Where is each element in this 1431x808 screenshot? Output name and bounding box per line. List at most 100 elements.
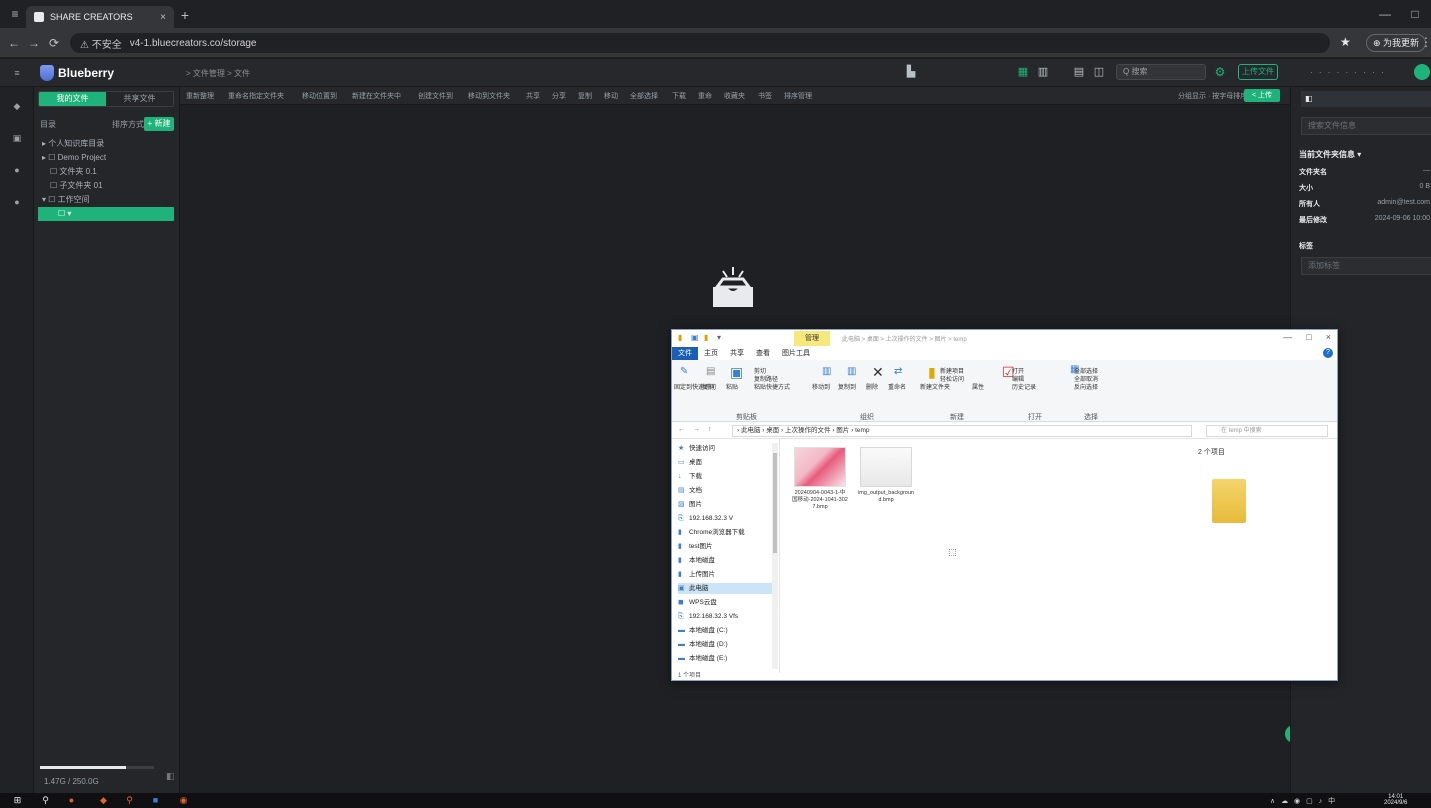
tree-item[interactable]: ▸ 个人知识库目录 bbox=[38, 137, 174, 151]
tree-item[interactable]: ▾ ☐ 工作空间 bbox=[38, 193, 174, 207]
upload-button[interactable]: < 上传 bbox=[1244, 89, 1280, 102]
collapse-menu-icon[interactable]: ≡ bbox=[12, 68, 22, 78]
ribbon-button-label[interactable]: 复制 bbox=[702, 382, 714, 391]
nav-pane-item[interactable]: ⎘ 192.168.32.3 Vfs bbox=[678, 611, 774, 622]
toolbar-item[interactable]: 新建在文件夹中 bbox=[352, 91, 401, 101]
browser-menu-icon[interactable]: ⋮ bbox=[1420, 35, 1431, 49]
delete-icon[interactable]: ✕ bbox=[872, 364, 884, 381]
windows-icon[interactable]: ⊞ bbox=[12, 795, 23, 806]
ribbon-button-label[interactable]: 反向选择 bbox=[1074, 382, 1098, 391]
copy-to-icon[interactable]: ▥ bbox=[847, 366, 856, 377]
ribbon-tab[interactable]: 文件 bbox=[672, 347, 698, 360]
nav-scrollbar-thumb[interactable] bbox=[773, 453, 777, 553]
view-options[interactable]: 分组显示 · 按字母排序 ▾ bbox=[1178, 91, 1253, 101]
toolbar-item[interactable]: 移动位置到 bbox=[302, 91, 337, 101]
back-icon[interactable]: ← bbox=[6, 35, 22, 51]
ribbon-button-label[interactable]: 新建文件夹 bbox=[920, 382, 950, 391]
paste-icon[interactable]: ▣ bbox=[730, 364, 743, 381]
nav-pane-item[interactable]: ▭ 桌面 bbox=[678, 457, 774, 468]
minimize-button[interactable]: — bbox=[1370, 0, 1400, 28]
toolbar-item[interactable]: 书签 bbox=[758, 91, 772, 101]
nav-pane-item[interactable]: ▮ test图片 bbox=[678, 541, 774, 552]
url-text[interactable]: v4-1.bluecreators.co/storage bbox=[130, 38, 257, 49]
collapse-sidebar-icon[interactable]: ◧ bbox=[166, 771, 175, 782]
new-tab-button[interactable]: + bbox=[176, 6, 194, 24]
explorer-file-area[interactable]: 20240904-0043-1-中国移动-2024-1041-3027.bmp … bbox=[780, 439, 1337, 673]
file-item[interactable]: img_output_background.bmp bbox=[858, 447, 914, 504]
new-folder-ribbon-icon[interactable]: ▮ bbox=[928, 364, 936, 381]
grid-view-icon[interactable]: ▦ bbox=[1016, 65, 1030, 79]
system-tray[interactable]: ∧ ☁ ◉ ▢ ♪ 中 bbox=[1270, 796, 1337, 806]
nav-pane-item[interactable]: ▮ Chrome浏览器下载 bbox=[678, 527, 774, 538]
explorer-search-input[interactable]: 在 temp 中搜索 bbox=[1206, 425, 1328, 437]
terminal-icon[interactable]: ■ bbox=[150, 795, 161, 806]
context-tab-manage[interactable]: 管理 bbox=[794, 331, 830, 346]
ribbon-tab[interactable]: 查看 bbox=[750, 347, 776, 360]
user-icon[interactable]: ● bbox=[12, 165, 22, 175]
maximize-button[interactable]: □ bbox=[1400, 0, 1430, 28]
search-input[interactable]: Q 搜索 bbox=[1116, 64, 1206, 80]
toolbar-item[interactable]: 排序管理 bbox=[784, 91, 812, 101]
tree-item[interactable]: ▸ ☐ Demo Project bbox=[38, 151, 174, 165]
ribbon-tab[interactable]: 图片工具 bbox=[776, 347, 816, 360]
app-icon[interactable]: ⚲ bbox=[124, 795, 135, 806]
tab-shared-files[interactable]: 共享文件 bbox=[106, 92, 173, 106]
nav-pane-item[interactable]: ⎘ 192.168.32.3 V bbox=[678, 513, 774, 524]
toolbar-item[interactable]: 分享 bbox=[552, 91, 566, 101]
browser-icon[interactable]: ● bbox=[66, 795, 77, 806]
ribbon-button-label[interactable]: 复制到 bbox=[838, 382, 856, 391]
nav-pane-item[interactable]: ▣ 此电脑 bbox=[678, 583, 774, 594]
tree-item[interactable]: ☐ 文件夹 0.1 bbox=[38, 165, 174, 179]
folder-icon[interactable]: ▮ bbox=[678, 333, 687, 342]
header-shortcuts[interactable]: · · · · · · · · · bbox=[1310, 68, 1386, 77]
ribbon-button-label[interactable]: 粘贴快捷方式 bbox=[754, 382, 790, 391]
home-icon[interactable]: ◆ bbox=[12, 101, 22, 111]
file-item[interactable]: 20240904-0043-1-中国移动-2024-1041-3027.bmp bbox=[792, 447, 848, 511]
star-icon[interactable]: ★ bbox=[1340, 35, 1351, 49]
toolbar-item[interactable]: 重新整理 bbox=[186, 91, 214, 101]
move-to-icon[interactable]: ▥ bbox=[822, 366, 831, 377]
address-bar[interactable]: ⚠ 不安全 v4-1.bluecreators.co/storage bbox=[70, 33, 1330, 53]
toolbar-item[interactable]: 收藏夹 bbox=[724, 91, 745, 101]
toolbar-item[interactable]: 移动 bbox=[604, 91, 618, 101]
details-tab[interactable]: ◧ bbox=[1301, 91, 1431, 107]
filter-icon[interactable]: ▤ bbox=[1072, 65, 1086, 79]
files-icon[interactable]: ◆ bbox=[98, 795, 109, 806]
explorer-title-bar[interactable]: ▮ ▣ ▮ ▾ 管理 此电脑 > 桌面 > 上次操作的文件 > 图片 > tem… bbox=[672, 330, 1337, 347]
toolbar-item[interactable]: 重命 bbox=[698, 91, 712, 101]
ribbon-tab[interactable]: 共享 bbox=[724, 347, 750, 360]
tab-close-icon[interactable]: × bbox=[160, 12, 166, 23]
toolbar-item[interactable]: 下载 bbox=[672, 91, 686, 101]
nav-pane-item[interactable]: ▬ 本地磁盘 (C:) bbox=[678, 625, 774, 636]
refresh-icon[interactable]: ◫ bbox=[1092, 65, 1106, 79]
help-icon[interactable]: ? bbox=[1323, 348, 1333, 358]
nav-pane-item[interactable]: ▤ 文档 bbox=[678, 485, 774, 496]
forward-icon[interactable]: → bbox=[26, 35, 42, 51]
nav-pane-item[interactable]: ▨ 图片 bbox=[678, 499, 774, 510]
tags-input[interactable]: 添加标签 bbox=[1301, 257, 1431, 275]
clock[interactable]: 14:01 2024/9/6 bbox=[1384, 794, 1407, 806]
maximize-button[interactable]: □ bbox=[1306, 332, 1311, 342]
settings-rail-icon[interactable]: ● bbox=[12, 197, 22, 207]
nav-scrollbar[interactable] bbox=[772, 443, 778, 669]
folder-icon[interactable]: ▣ bbox=[12, 133, 22, 143]
nav-pane-item[interactable]: ◼ WPS云盘 bbox=[678, 597, 774, 608]
trash-icon[interactable]: ▙ bbox=[904, 65, 918, 79]
nav-pane-item[interactable]: ▬ 本地磁盘 (E:) bbox=[678, 653, 774, 664]
dropdown-icon[interactable]: ▾ bbox=[717, 333, 726, 342]
settings-icon[interactable]: ◉ bbox=[178, 795, 189, 806]
new-folder-icon[interactable]: ▮ bbox=[704, 333, 713, 342]
upload-pill-button[interactable]: 上传文件 bbox=[1238, 64, 1278, 80]
nav-pane-item[interactable]: ▮ 上传图片 bbox=[678, 569, 774, 580]
toolbar-item[interactable]: 全部选择 bbox=[630, 91, 658, 101]
tree-item[interactable]: ☐ ▾ bbox=[38, 207, 174, 221]
explorer-path[interactable]: › 此电脑 › 桌面 › 上次操作的文件 › 图片 › temp bbox=[732, 425, 1192, 437]
minimize-button[interactable]: — bbox=[1283, 332, 1292, 342]
nav-pane-item[interactable]: ▬ 本地磁盘 (D:) bbox=[678, 639, 774, 650]
browser-tab[interactable]: SHARE CREATORS × bbox=[26, 6, 174, 28]
rename-icon[interactable]: ⇄ bbox=[894, 366, 902, 377]
ribbon-tab[interactable]: 主页 bbox=[698, 347, 724, 360]
pin-icon[interactable]: ✎ bbox=[680, 366, 688, 377]
toolbar-item[interactable]: 共享 bbox=[526, 91, 540, 101]
settings-icon[interactable]: ⚙ bbox=[1212, 64, 1228, 80]
